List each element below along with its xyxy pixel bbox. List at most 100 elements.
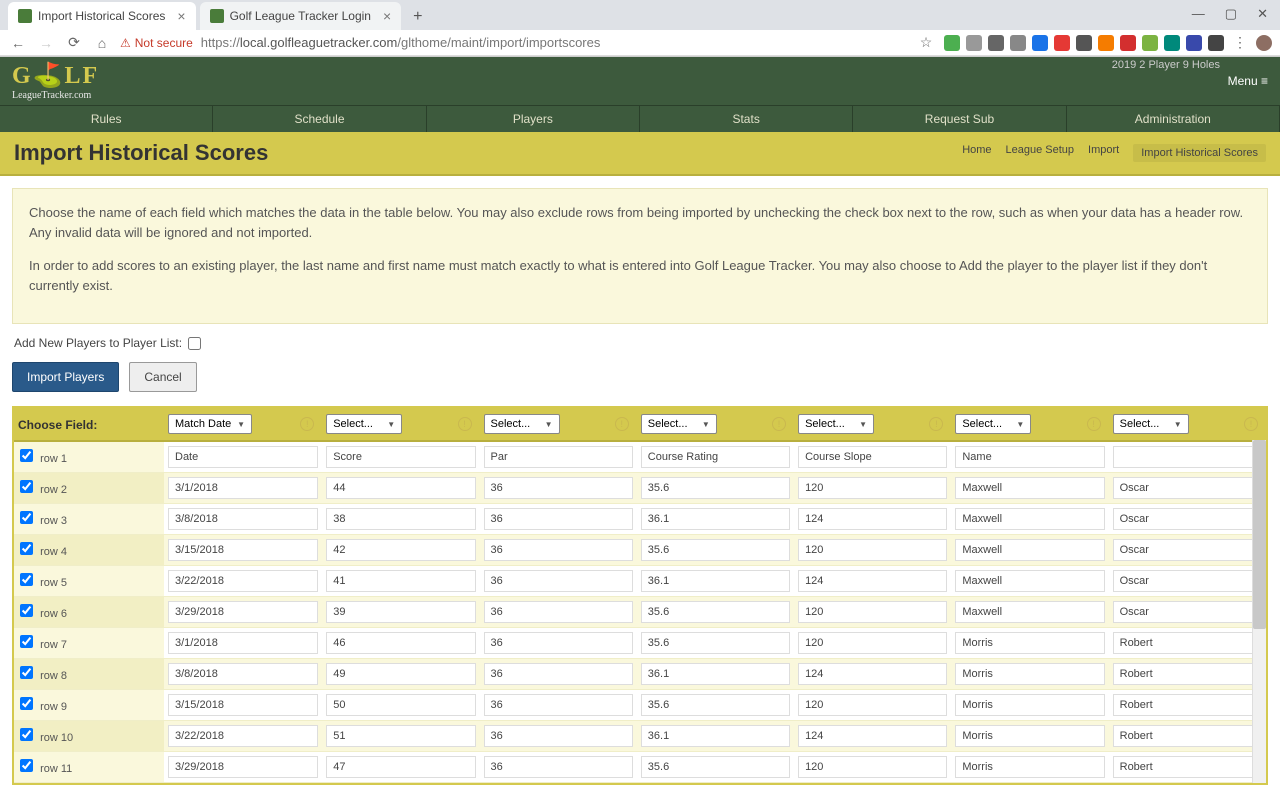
forward-button[interactable]: → [36,35,56,51]
cell-input[interactable] [1113,570,1262,592]
cell-input[interactable] [1113,539,1262,561]
crumb-home[interactable]: Home [962,144,991,162]
cell-input[interactable] [484,601,633,623]
cell-input[interactable] [484,570,633,592]
extension-icon[interactable] [966,35,982,51]
field-select-4[interactable]: Select...▼ [798,414,874,434]
cell-input[interactable] [798,570,947,592]
reload-button[interactable]: ⟳ [64,34,84,51]
cell-input[interactable] [955,632,1104,654]
cell-input[interactable] [641,632,790,654]
cell-input[interactable] [484,663,633,685]
cell-input[interactable] [484,756,633,778]
cell-input[interactable] [1113,663,1262,685]
cell-input[interactable] [955,601,1104,623]
extension-icon[interactable] [1208,35,1224,51]
cell-input[interactable] [168,725,318,747]
cell-input[interactable] [326,725,475,747]
maximize-icon[interactable]: ▢ [1221,4,1241,24]
cell-input[interactable] [641,477,790,499]
home-button[interactable]: ⌂ [92,35,112,51]
cell-input[interactable] [641,570,790,592]
row-include-checkbox[interactable] [20,604,33,617]
cell-input[interactable] [1113,477,1262,499]
warning-icon[interactable]: ! [1087,417,1101,431]
extension-icon[interactable] [1054,35,1070,51]
nav-schedule[interactable]: Schedule [213,106,426,132]
extension-icon[interactable] [1120,35,1136,51]
cell-input[interactable] [798,663,947,685]
cell-input[interactable] [1113,446,1262,468]
cancel-button[interactable]: Cancel [129,362,196,392]
cell-input[interactable] [1113,756,1262,778]
cell-input[interactable] [641,725,790,747]
cell-input[interactable] [955,694,1104,716]
cell-input[interactable] [1113,632,1262,654]
row-include-checkbox[interactable] [20,480,33,493]
cell-input[interactable] [641,508,790,530]
row-include-checkbox[interactable] [20,542,33,555]
cell-input[interactable] [326,446,475,468]
add-players-checkbox[interactable] [188,337,201,350]
extension-icon[interactable] [988,35,1004,51]
field-select-6[interactable]: Select...▼ [1113,414,1189,434]
scrollbar[interactable] [1252,440,1266,783]
cell-input[interactable] [641,694,790,716]
security-badge[interactable]: ⚠ Not secure [120,36,193,50]
nav-players[interactable]: Players [427,106,640,132]
close-icon[interactable]: × [383,8,391,24]
cell-input[interactable] [798,508,947,530]
new-tab-button[interactable]: + [405,4,430,30]
cell-input[interactable] [326,508,475,530]
close-icon[interactable]: × [177,8,185,24]
cell-input[interactable] [798,446,947,468]
browser-tab[interactable]: Golf League Tracker Login × [200,2,402,30]
row-include-checkbox[interactable] [20,635,33,648]
cell-input[interactable] [1113,601,1262,623]
star-icon[interactable]: ☆ [916,34,936,51]
cell-input[interactable] [641,539,790,561]
cell-input[interactable] [955,756,1104,778]
cell-input[interactable] [168,570,318,592]
extension-icon[interactable] [1076,35,1092,51]
cell-input[interactable] [798,756,947,778]
row-include-checkbox[interactable] [20,697,33,710]
minimize-icon[interactable]: — [1188,4,1209,24]
cell-input[interactable] [168,477,318,499]
cell-input[interactable] [955,570,1104,592]
cell-input[interactable] [484,508,633,530]
cell-input[interactable] [798,539,947,561]
cell-input[interactable] [326,756,475,778]
cell-input[interactable] [168,632,318,654]
cell-input[interactable] [168,446,318,468]
cell-input[interactable] [1113,694,1262,716]
cell-input[interactable] [326,601,475,623]
cell-input[interactable] [168,601,318,623]
warning-icon[interactable]: ! [929,417,943,431]
row-include-checkbox[interactable] [20,666,33,679]
warning-icon[interactable]: ! [300,417,314,431]
cell-input[interactable] [955,446,1104,468]
cell-input[interactable] [641,663,790,685]
warning-icon[interactable]: ! [458,417,472,431]
browser-tab-active[interactable]: Import Historical Scores × [8,2,196,30]
field-select-0[interactable]: Match Date▼ [168,414,252,434]
cell-input[interactable] [168,539,318,561]
cell-input[interactable] [798,477,947,499]
extension-icon[interactable] [1142,35,1158,51]
row-include-checkbox[interactable] [20,759,33,772]
cell-input[interactable] [326,570,475,592]
cell-input[interactable] [484,446,633,468]
kebab-menu-icon[interactable]: ⋮ [1230,34,1250,51]
field-select-5[interactable]: Select...▼ [955,414,1031,434]
cell-input[interactable] [484,694,633,716]
nav-request-sub[interactable]: Request Sub [853,106,1066,132]
cell-input[interactable] [484,632,633,654]
cell-input[interactable] [326,694,475,716]
nav-administration[interactable]: Administration [1067,106,1280,132]
crumb-league-setup[interactable]: League Setup [1006,144,1075,162]
cell-input[interactable] [955,539,1104,561]
cell-input[interactable] [1113,508,1262,530]
cell-input[interactable] [641,756,790,778]
extension-icon[interactable] [1164,35,1180,51]
